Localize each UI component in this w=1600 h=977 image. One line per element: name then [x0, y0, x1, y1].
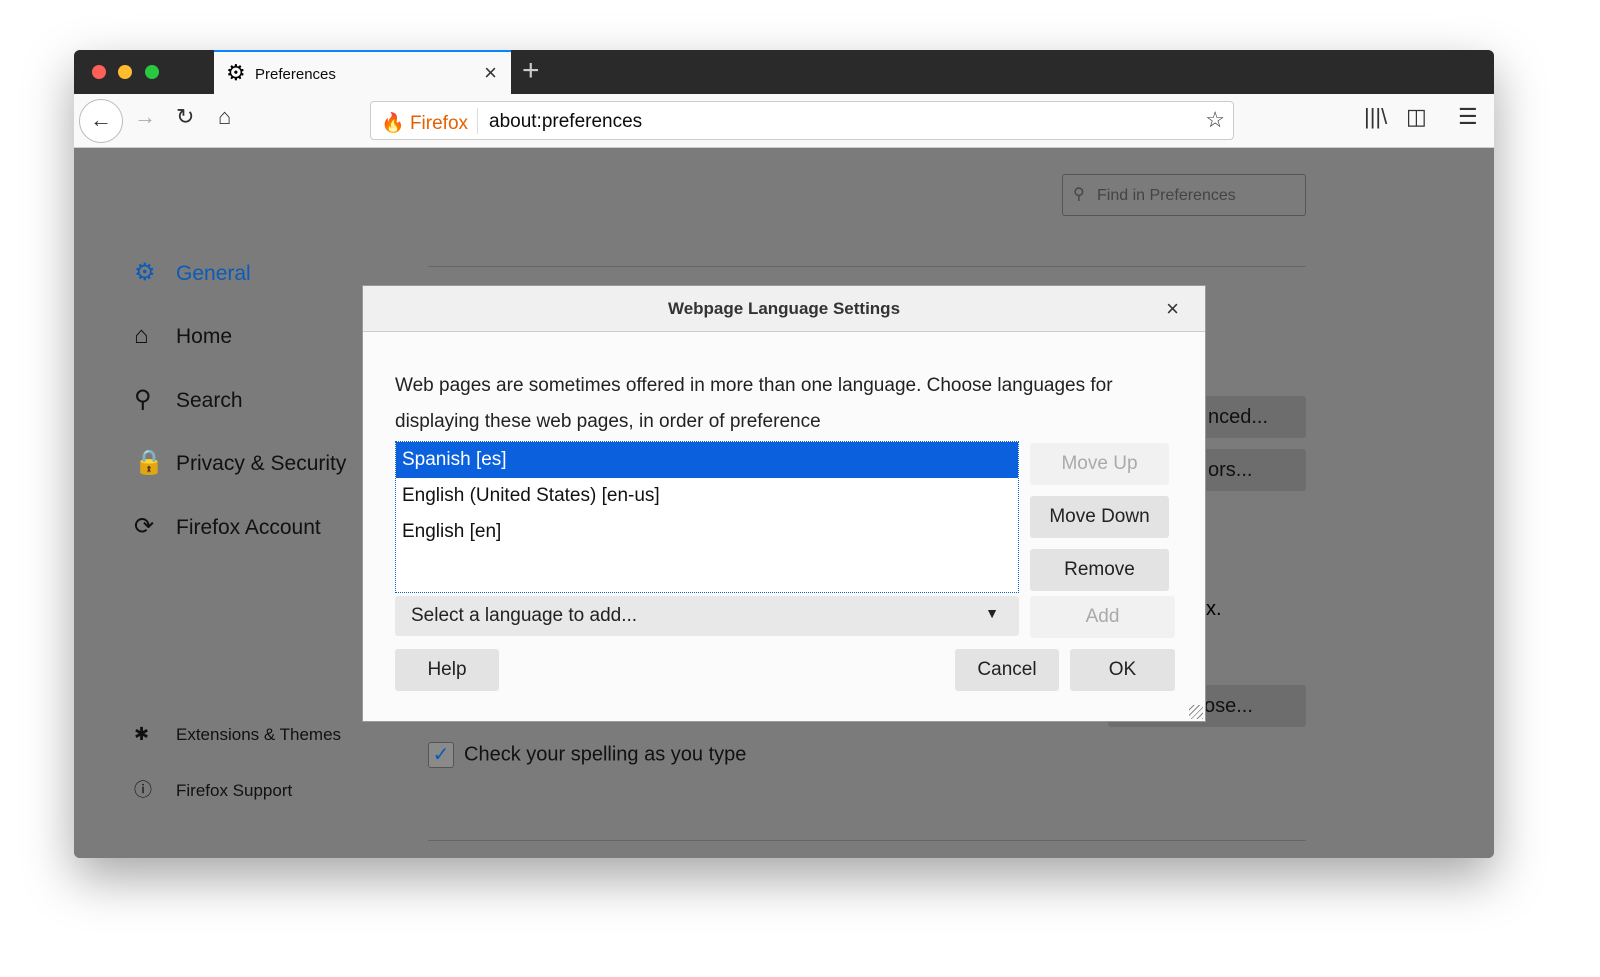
home-icon: ⌂ — [134, 322, 149, 349]
list-item[interactable]: English (United States) [en-us] — [396, 478, 1018, 514]
close-icon[interactable]: × — [1166, 286, 1179, 332]
minimize-window-button[interactable] — [118, 65, 132, 79]
bookmark-star-icon[interactable]: ☆ — [1205, 107, 1225, 133]
language-select[interactable]: Select a language to add... ▼ — [395, 596, 1019, 636]
puzzle-icon: ✱ — [134, 724, 150, 744]
url-bar[interactable]: 🔥 Firefox about:preferences ☆ — [370, 101, 1234, 140]
remove-button[interactable]: Remove — [1030, 549, 1169, 591]
sidebar-item-privacy[interactable]: 🔒 Privacy & Security — [134, 448, 346, 477]
tab-preferences[interactable]: ⚙ Preferences × — [214, 50, 511, 94]
help-icon: ⓘ — [134, 780, 152, 800]
url-text[interactable]: about:preferences — [489, 111, 642, 133]
webpage-language-dialog: Webpage Language Settings × Web pages are… — [362, 285, 1206, 722]
library-icon[interactable]: |||\ — [1364, 104, 1387, 130]
gear-icon: ⚙ — [134, 259, 156, 286]
new-tab-button[interactable]: + — [522, 54, 540, 88]
lock-icon: 🔒 — [134, 449, 164, 476]
nav-bar: ← → ↻ ⌂ 🔥 Firefox about:preferences ☆ ||… — [74, 94, 1494, 148]
background-text: x. — [1206, 598, 1222, 620]
sidebar-item-general[interactable]: ⚙ General — [134, 258, 251, 287]
resize-grip[interactable] — [1189, 705, 1203, 719]
colors-button[interactable]: ors... — [1194, 449, 1306, 491]
help-button[interactable]: Help — [395, 649, 499, 691]
ok-button[interactable]: OK — [1070, 649, 1175, 691]
dialog-description: Web pages are sometimes offered in more … — [395, 375, 1113, 432]
close-window-button[interactable] — [92, 65, 106, 79]
close-tab-icon[interactable]: × — [484, 60, 497, 86]
forward-button[interactable]: → — [134, 104, 156, 130]
cancel-button[interactable]: Cancel — [955, 649, 1059, 691]
sidebar-item-firefox-account[interactable]: ⟳ Firefox Account — [134, 512, 321, 541]
move-up-button[interactable]: Move Up — [1030, 443, 1169, 485]
dialog-header: Webpage Language Settings × — [363, 286, 1205, 332]
search-icon: ⚲ — [1073, 186, 1085, 203]
gear-icon: ⚙ — [226, 60, 246, 85]
list-item[interactable]: Spanish [es] — [396, 442, 1018, 478]
firefox-identity: 🔥 Firefox — [381, 113, 469, 134]
advanced-button[interactable]: nced... — [1194, 396, 1306, 438]
search-icon: ⚲ — [134, 386, 152, 413]
sidebar-toggle-icon[interactable]: ◫ — [1406, 104, 1427, 130]
spell-check-option[interactable]: ✓ Check your spelling as you type — [428, 742, 746, 768]
language-list[interactable]: Spanish [es] English (United States) [en… — [395, 441, 1019, 593]
back-button[interactable]: ← — [79, 99, 123, 143]
maximize-window-button[interactable] — [145, 65, 159, 79]
tab-bar: ⚙ Preferences × + — [74, 50, 1494, 94]
chevron-down-icon: ▼ — [985, 605, 999, 621]
move-down-button[interactable]: Move Down — [1030, 496, 1169, 538]
home-button[interactable]: ⌂ — [218, 104, 231, 130]
add-button[interactable]: Add — [1030, 596, 1175, 638]
list-item[interactable]: English [en] — [396, 514, 1018, 550]
sidebar-item-support[interactable]: ⓘ Firefox Support — [134, 776, 292, 802]
find-in-preferences-input[interactable]: ⚲ Find in Preferences — [1062, 174, 1306, 216]
sidebar-item-home[interactable]: ⌂ Home — [134, 322, 232, 350]
sync-icon: ⟳ — [134, 513, 155, 540]
menu-icon[interactable]: ☰ — [1458, 104, 1478, 130]
checkbox-checked[interactable]: ✓ — [428, 742, 454, 768]
reload-button[interactable]: ↻ — [176, 104, 194, 130]
sidebar-item-extensions[interactable]: ✱ Extensions & Themes — [134, 724, 341, 745]
sidebar-item-search[interactable]: ⚲ Search — [134, 385, 243, 414]
